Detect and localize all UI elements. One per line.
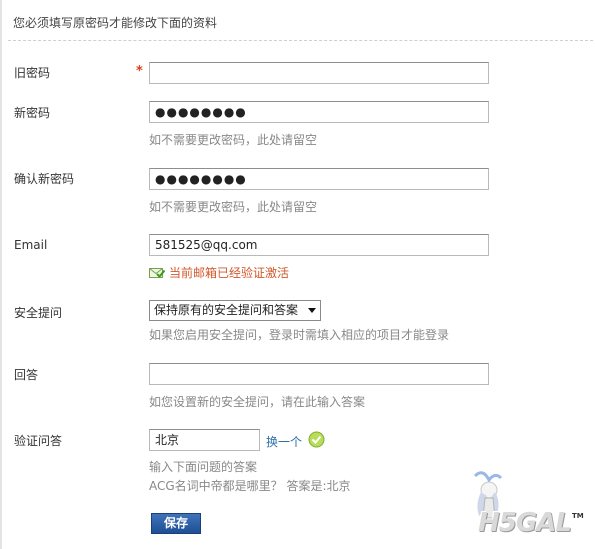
chevron-down-icon (308, 308, 316, 313)
page-title: 您必须填写原密码才能修改下面的资料 (13, 16, 218, 30)
answer-input[interactable] (149, 363, 489, 385)
security-question-value: 保持原有的安全提问和答案 (154, 303, 299, 317)
confirm-password-label: 确认新密码 (14, 172, 75, 186)
new-password-input[interactable]: ●●●●●●●● (149, 101, 489, 123)
watermark-logo: H5GAL (478, 508, 572, 538)
verify-hint: 输入下面问题的答案 (149, 460, 258, 474)
save-button[interactable]: 保存 (151, 513, 201, 534)
green-check-icon (308, 431, 325, 448)
old-password-label: 旧密码 (14, 66, 51, 80)
security-question-select[interactable]: 保持原有的安全提问和答案 (149, 300, 321, 321)
answer-label: 回答 (14, 368, 39, 382)
verify-label: 验证问答 (14, 434, 63, 448)
required-mark: * (136, 64, 143, 79)
email-verified-status: 当前邮箱已经验证激活 (149, 264, 289, 281)
answer-hint: 如您设置新的安全提问，请在此输入答案 (149, 395, 366, 409)
change-question-link[interactable]: 换一个 (266, 433, 302, 450)
old-password-input[interactable] (149, 62, 489, 84)
confirm-password-input[interactable]: ●●●●●●●● (149, 168, 489, 190)
new-password-hint: 如不需要更改密码，此处请留空 (149, 133, 318, 147)
email-verified-text: 当前邮箱已经验证激活 (169, 266, 290, 280)
confirm-password-hint: 如不需要更改密码，此处请留空 (149, 200, 318, 214)
security-question-label: 安全提问 (14, 306, 63, 320)
header-divider (8, 40, 593, 41)
security-question-hint: 如果您启用安全提问，登录时需填入相应的项目才能登录 (149, 328, 450, 342)
email-label: Email (14, 238, 48, 252)
email-input[interactable]: 581525@qq.com (149, 234, 489, 256)
verify-question: ACG名词中帝都是哪里？ 答案是:北京 (149, 479, 351, 493)
watermark-tm: TM (572, 512, 584, 520)
envelope-check-icon (149, 267, 165, 278)
new-password-label: 新密码 (14, 106, 51, 120)
verify-answer-input[interactable]: 北京 (149, 429, 260, 451)
left-border (0, 0, 2, 549)
